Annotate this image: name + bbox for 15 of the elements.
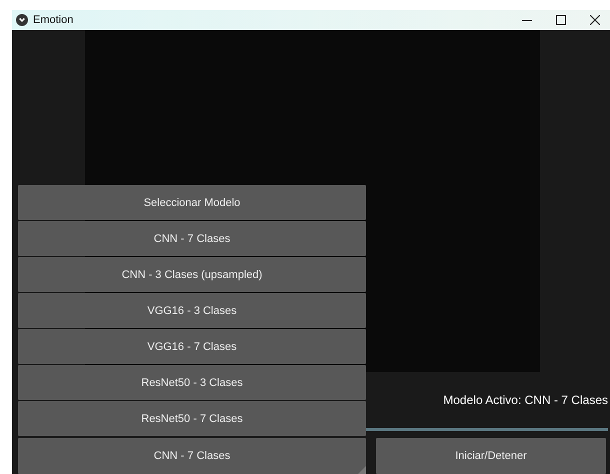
model-spinner[interactable]: CNN - 7 Clases — [18, 438, 366, 474]
maximize-icon[interactable] — [556, 15, 566, 25]
dropdown-option[interactable]: CNN - 7 Clases — [18, 221, 366, 256]
close-icon[interactable] — [590, 15, 600, 25]
dropdown-option[interactable]: ResNet50 - 7 Clases — [18, 401, 366, 436]
dropdown-option[interactable]: ResNet50 - 3 Clases — [18, 365, 366, 400]
dropdown-option[interactable]: VGG16 - 3 Clases — [18, 293, 366, 328]
start-stop-button[interactable]: Iniciar/Detener — [376, 438, 606, 474]
caret-icon — [358, 466, 366, 474]
dropdown-option[interactable]: Seleccionar Modelo — [18, 185, 366, 220]
dropdown-option[interactable]: CNN - 3 Clases (upsampled) — [18, 257, 366, 292]
window-title: Emotion — [33, 14, 74, 26]
dropdown-option[interactable]: VGG16 - 7 Clases — [18, 329, 366, 364]
app-icon — [16, 14, 28, 26]
active-model-label: Modelo Activo: CNN - 7 Clases — [443, 393, 609, 407]
